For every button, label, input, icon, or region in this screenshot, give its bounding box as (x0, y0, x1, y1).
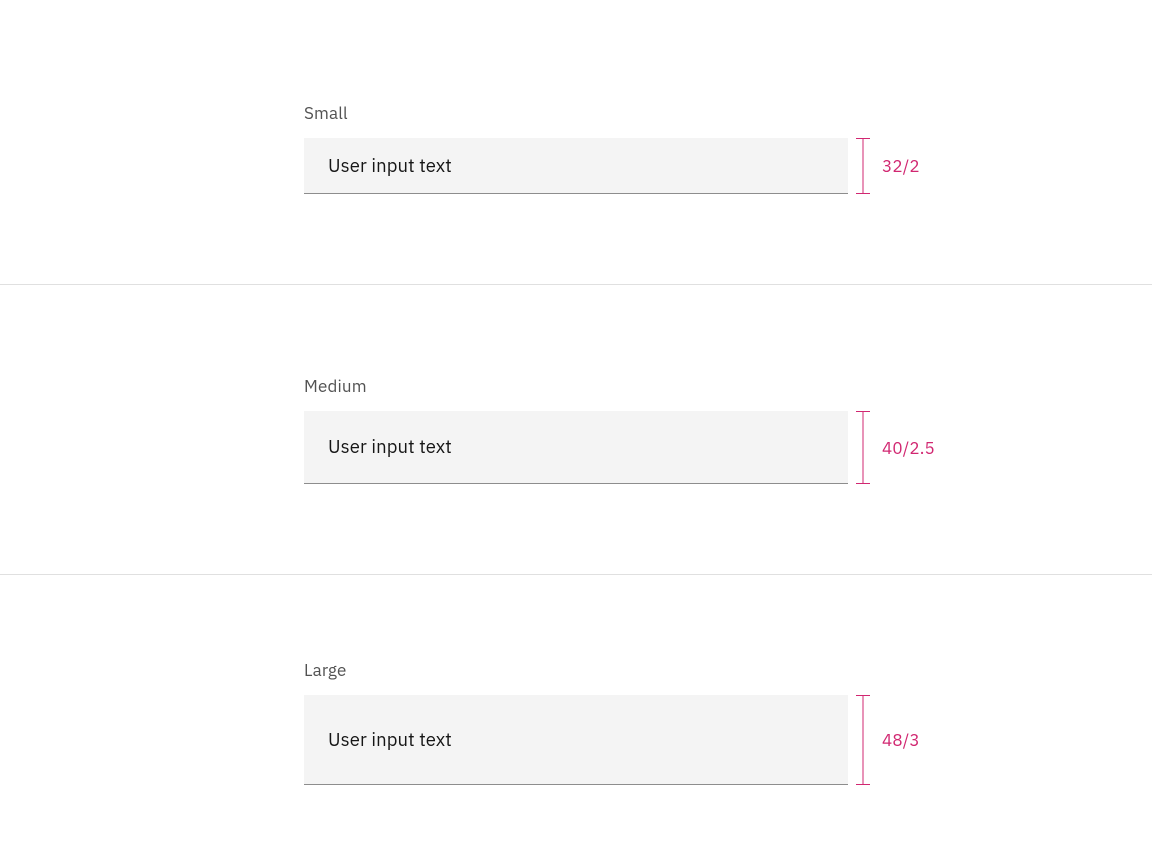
variant-section-small: Small User input text 32/2 (0, 0, 1152, 284)
input-value-small: User input text (328, 154, 452, 178)
field-label-small: Small (304, 102, 1152, 124)
text-input-large[interactable]: User input text (304, 695, 848, 785)
measure-bar-icon (856, 695, 870, 785)
variant-section-large: Large User input text 48/3 (0, 575, 1152, 845)
measure-label-large: 48/3 (882, 729, 920, 751)
height-measure-medium: 40/2.5 (856, 411, 935, 484)
measure-bar-icon (856, 138, 870, 194)
measure-bar-icon (856, 411, 870, 484)
variant-section-medium: Medium User input text 40/2.5 (0, 285, 1152, 574)
measure-label-medium: 40/2.5 (882, 437, 935, 459)
field-label-large: Large (304, 659, 1152, 681)
text-input-small[interactable]: User input text (304, 138, 848, 194)
input-value-large: User input text (328, 728, 452, 752)
height-measure-large: 48/3 (856, 695, 920, 785)
input-value-medium: User input text (328, 435, 452, 459)
field-label-medium: Medium (304, 375, 1152, 397)
measure-label-small: 32/2 (882, 155, 920, 177)
height-measure-small: 32/2 (856, 138, 920, 194)
text-input-medium[interactable]: User input text (304, 411, 848, 484)
